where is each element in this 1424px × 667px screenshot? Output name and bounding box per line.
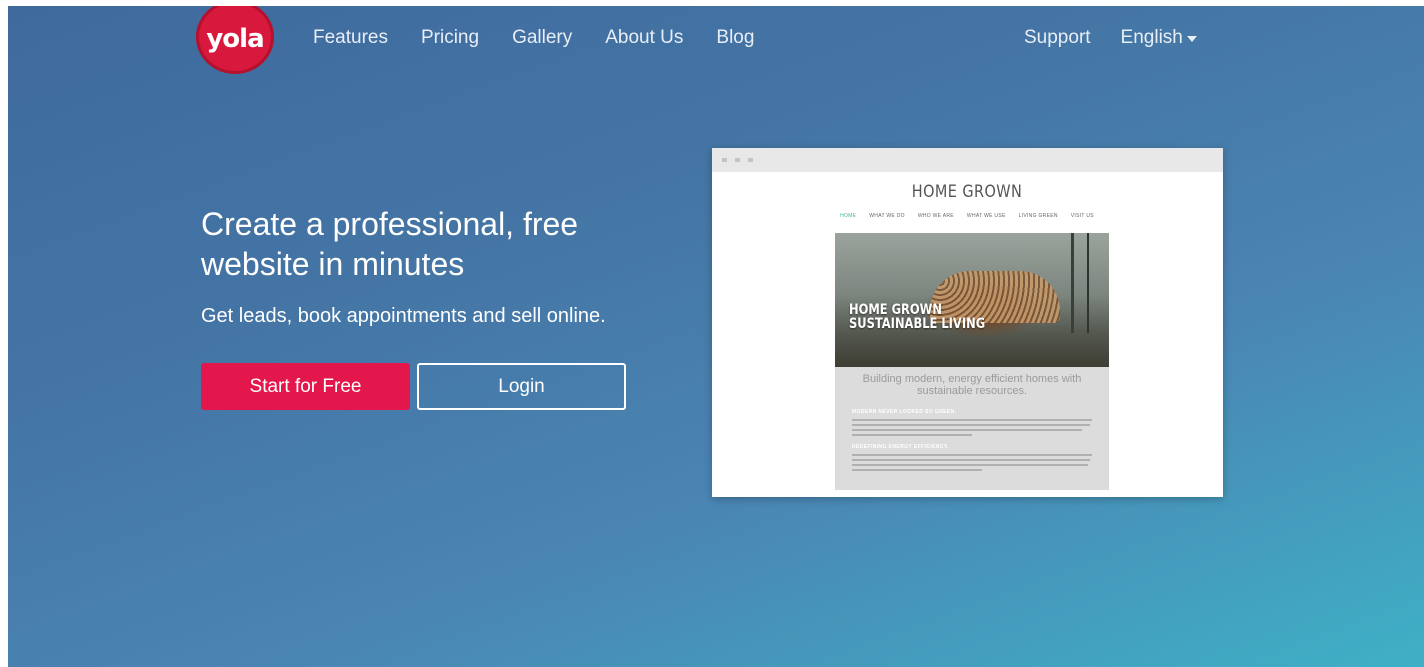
language-selector[interactable]: English (1121, 27, 1197, 49)
preview-nav-what-we-do: WHAT WE DO (869, 213, 905, 219)
lorem-line (852, 454, 1092, 456)
preview-content-panel: Building modern, energy efficient homes … (835, 367, 1109, 490)
lorem-line (852, 429, 1082, 431)
preview-section-heading-2: REDEFINING ENERGY EFFICIENCY. (852, 444, 949, 450)
browser-bar (712, 148, 1223, 172)
lead-line-2: sustainable resources. (916, 385, 1028, 397)
website-preview: HOME GROWN HOME WHAT WE DO WHO WE ARE WH… (712, 148, 1223, 497)
preview-nav-home: HOME (840, 213, 857, 219)
yola-logo[interactable]: yola (196, 6, 274, 74)
lead-line-1: Building modern, energy efficient homes … (862, 373, 1082, 385)
preview-hero-image: HOME GROWN SUSTAINABLE LIVING (835, 233, 1109, 367)
nav-features[interactable]: Features (313, 27, 388, 49)
preview-site: HOME GROWN HOME WHAT WE DO WHO WE ARE WH… (717, 172, 1217, 490)
caret-down-icon (1186, 36, 1197, 42)
nav-blog[interactable]: Blog (716, 27, 754, 49)
nav-pricing[interactable]: Pricing (421, 27, 479, 49)
preview-nav-who-we-are: WHO WE ARE (917, 213, 954, 219)
login-button[interactable]: Login (417, 363, 626, 410)
preview-nav-living-green: LIVING GREEN (1018, 213, 1058, 219)
preview-nav-what-we-use: WHAT WE USE (966, 213, 1006, 219)
hero-subtitle: Get leads, book appointments and sell on… (201, 305, 606, 327)
lorem-line (852, 419, 1092, 421)
start-for-free-button[interactable]: Start for Free (201, 363, 410, 410)
language-label: English (1120, 27, 1183, 48)
preview-section-heading-1: MODERN NEVER LOOKED SO GREEN. (852, 409, 957, 415)
window-dot-icon (722, 158, 727, 162)
preview-site-title: HOME GROWN (911, 182, 1023, 202)
nav-about-us[interactable]: About Us (605, 27, 683, 49)
hero-title: Create a professional, free website in m… (201, 206, 579, 282)
main-nav: Features Pricing Gallery About Us Blog (313, 27, 787, 49)
lorem-line (852, 464, 1088, 466)
preview-image-headline: HOME GROWN SUSTAINABLE LIVING (849, 303, 985, 331)
landing-page: yola Features Pricing Gallery About Us B… (8, 6, 1424, 667)
preview-nav-visit-us: VISIT US (1070, 213, 1094, 219)
secondary-nav: Support English (1024, 27, 1197, 49)
nav-support[interactable]: Support (1024, 27, 1091, 49)
trees-image (1059, 233, 1099, 333)
lorem-line (852, 459, 1090, 461)
lorem-line (852, 469, 982, 471)
image-headline-line-1: HOME GROWN (849, 302, 942, 318)
lorem-line (852, 434, 972, 436)
preview-site-nav: HOME WHAT WE DO WHO WE ARE WHAT WE USE L… (717, 213, 1217, 219)
window-dot-icon (735, 158, 740, 162)
nav-gallery[interactable]: Gallery (512, 27, 572, 49)
lorem-line (852, 424, 1090, 426)
window-dot-icon (748, 158, 753, 162)
preview-lead-text: Building modern, energy efficient homes … (835, 373, 1109, 397)
logo-text: yola (206, 24, 264, 54)
image-headline-line-2: SUSTAINABLE LIVING (849, 316, 986, 332)
